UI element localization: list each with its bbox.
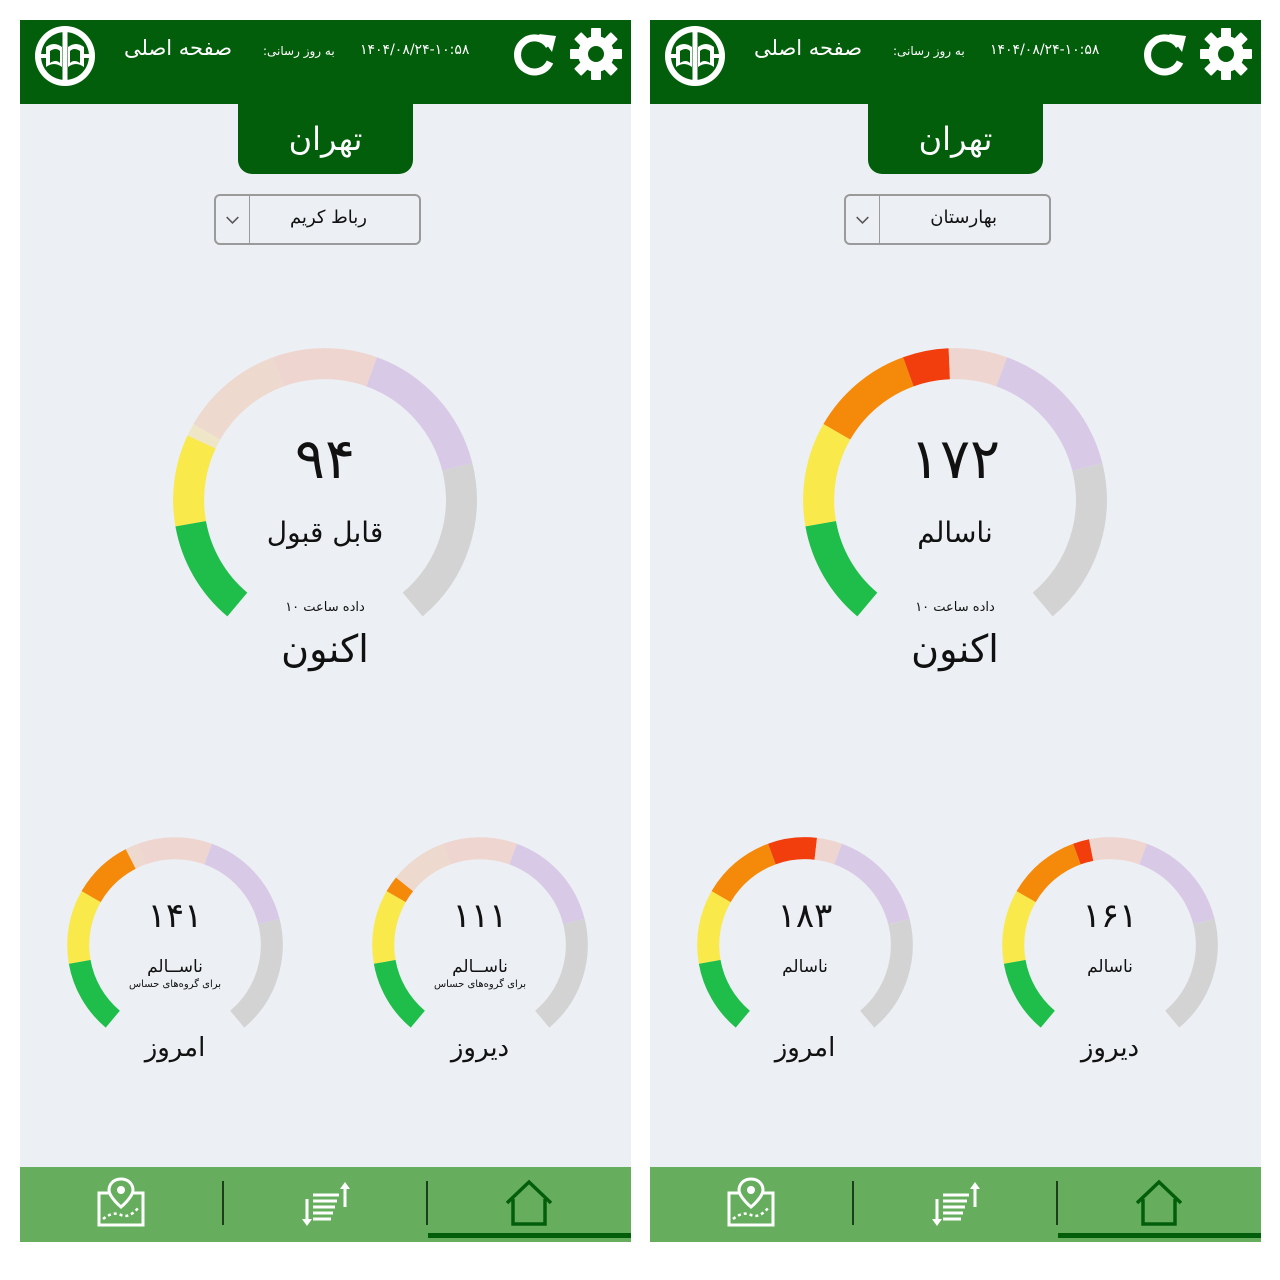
gauge-segment-unhealthy-filled — [1073, 839, 1094, 865]
yesterday-aqi-status: ناســالم — [452, 957, 508, 977]
now-hours-note: داده ساعت ۱۰ — [915, 600, 995, 615]
nav-home-button[interactable] — [1058, 1167, 1258, 1237]
nav-active-indicator — [1058, 1233, 1261, 1238]
gauge-segment-moderate-filled — [67, 891, 101, 964]
gauge-segment-moderate — [187, 424, 221, 449]
gauge-segment-sensitive-filled — [386, 877, 414, 903]
gauge-segment-unhealthy-filled — [903, 348, 951, 387]
bottom-nav — [20, 1167, 631, 1242]
refresh-button[interactable] — [510, 28, 560, 78]
gauge-segment-unhealthy — [948, 348, 1007, 387]
gauge-segment-unhealthy — [138, 837, 212, 865]
nav-map-button[interactable] — [20, 1167, 220, 1237]
gauge-segment-moderate-filled — [697, 891, 731, 964]
now-caption: اکنون — [281, 627, 369, 671]
gauge-segment-moderate-filled — [372, 891, 406, 964]
today-aqi-subtext: برای گروه‌های حساس — [128, 979, 222, 990]
yesterday-aqi-value: ۱۱۱ — [452, 896, 508, 936]
settings-button[interactable] — [1198, 26, 1254, 82]
app-header: صفحه اصلی به روز رسانی: ۱۴۰۴/۰۸/۲۴-۱۰:۵۸ — [650, 20, 1261, 104]
environment-org-logo — [665, 26, 725, 86]
bottom-nav — [650, 1167, 1261, 1242]
gauge-segment-sensitive-filled — [823, 357, 915, 440]
gauge-segment-unhealthy-filled — [768, 837, 818, 865]
gauge-segment-sensitive-filled — [81, 849, 137, 903]
city-tab[interactable]: تهران — [868, 104, 1043, 174]
today-aqi-value: ۱۸۳ — [777, 896, 833, 936]
gauge-segment-sensitive-filled — [1016, 843, 1081, 903]
today-aqi-status: ناسالم — [782, 957, 828, 977]
gauge-yesterday — [372, 837, 588, 1028]
refresh-button[interactable] — [1140, 28, 1190, 78]
station-dropdown[interactable]: بهارستان — [844, 194, 1051, 245]
updated-label: به روز رسانی: — [263, 44, 335, 58]
gauge-segment-sensitive — [125, 843, 146, 869]
nav-home-button[interactable] — [428, 1167, 628, 1237]
sort-list-icon — [932, 1182, 980, 1226]
page-title: صفحه اصلی — [124, 36, 233, 60]
nav-map-button[interactable] — [650, 1167, 850, 1237]
now-aqi-status: قابل قبول — [266, 516, 384, 549]
app-header: صفحه اصلی به روز رسانی: ۱۴۰۴/۰۸/۲۴-۱۰:۵۸ — [20, 20, 631, 104]
updated-time: ۱۴۰۴/۰۸/۲۴-۱۰:۵۸ — [990, 42, 1100, 58]
refresh-icon — [1144, 34, 1186, 76]
now-aqi-status: ناسالم — [917, 516, 993, 549]
gauge-today — [697, 837, 913, 1028]
environment-org-logo — [35, 26, 95, 86]
map-pin-icon — [727, 1177, 775, 1227]
yesterday-caption: دیروز — [450, 1033, 510, 1063]
gauge-segment-unhealthy — [814, 837, 842, 865]
yesterday-aqi-status: ناسالم — [1087, 957, 1133, 977]
today-caption: امروز — [144, 1033, 206, 1063]
gauge-segment-sensitive — [193, 357, 285, 440]
city-tab[interactable]: تهران — [238, 104, 413, 174]
today-caption: امروز — [774, 1033, 836, 1063]
map-pin-icon — [97, 1177, 145, 1227]
gear-icon — [570, 28, 622, 80]
gauge-segment-sensitive-filled — [711, 843, 776, 903]
nav-active-indicator — [428, 1233, 631, 1238]
refresh-icon — [514, 34, 556, 76]
today-aqi-status: ناســالم — [147, 957, 203, 977]
gear-icon — [1200, 28, 1252, 80]
nav-list-button[interactable] — [854, 1167, 1054, 1237]
gauge-segment-unhealthy — [273, 348, 377, 387]
app-screen-left: صفحه اصلی به روز رسانی: ۱۴۰۴/۰۸/۲۴-۱۰:۵۸ — [20, 20, 631, 1242]
station-value: رباط کریم — [289, 207, 367, 228]
home-icon — [505, 1179, 553, 1226]
yesterday-aqi-value: ۱۶۱ — [1082, 896, 1138, 936]
today-aqi-value: ۱۴۱ — [147, 896, 203, 936]
gauge-today — [67, 837, 283, 1028]
updated-time: ۱۴۰۴/۰۸/۲۴-۱۰:۵۸ — [360, 42, 470, 58]
now-hours-note: داده ساعت ۱۰ — [285, 600, 365, 615]
gauge-segment-sensitive — [395, 843, 452, 892]
home-icon — [1135, 1179, 1183, 1226]
station-value: بهارستان — [930, 207, 997, 228]
gauge-segment-moderate-filled — [803, 424, 851, 527]
sort-list-icon — [302, 1182, 350, 1226]
yesterday-caption: دیروز — [1080, 1033, 1140, 1063]
now-caption: اکنون — [911, 627, 999, 671]
gauge-segment-unhealthy — [1089, 837, 1147, 865]
chevron-down-icon — [856, 196, 880, 243]
gauge-segment-moderate-filled — [173, 435, 216, 527]
station-dropdown[interactable]: رباط کریم — [214, 194, 421, 245]
page-title: صفحه اصلی — [754, 36, 863, 60]
nav-list-button[interactable] — [224, 1167, 424, 1237]
now-aqi-value: ۱۷۲ — [909, 427, 1001, 492]
settings-button[interactable] — [568, 26, 624, 82]
gauge-yesterday — [1002, 837, 1218, 1028]
app-screen-right: صفحه اصلی به روز رسانی: ۱۴۰۴/۰۸/۲۴-۱۰:۵۸ — [650, 20, 1261, 1242]
gauge-segment-moderate-filled — [1002, 891, 1036, 964]
now-aqi-value: ۹۴ — [294, 427, 356, 492]
yesterday-aqi-subtext: برای گروه‌های حساس — [433, 979, 527, 990]
chevron-down-icon — [226, 196, 250, 243]
gauge-segment-unhealthy — [443, 837, 517, 865]
updated-label: به روز رسانی: — [893, 44, 965, 58]
